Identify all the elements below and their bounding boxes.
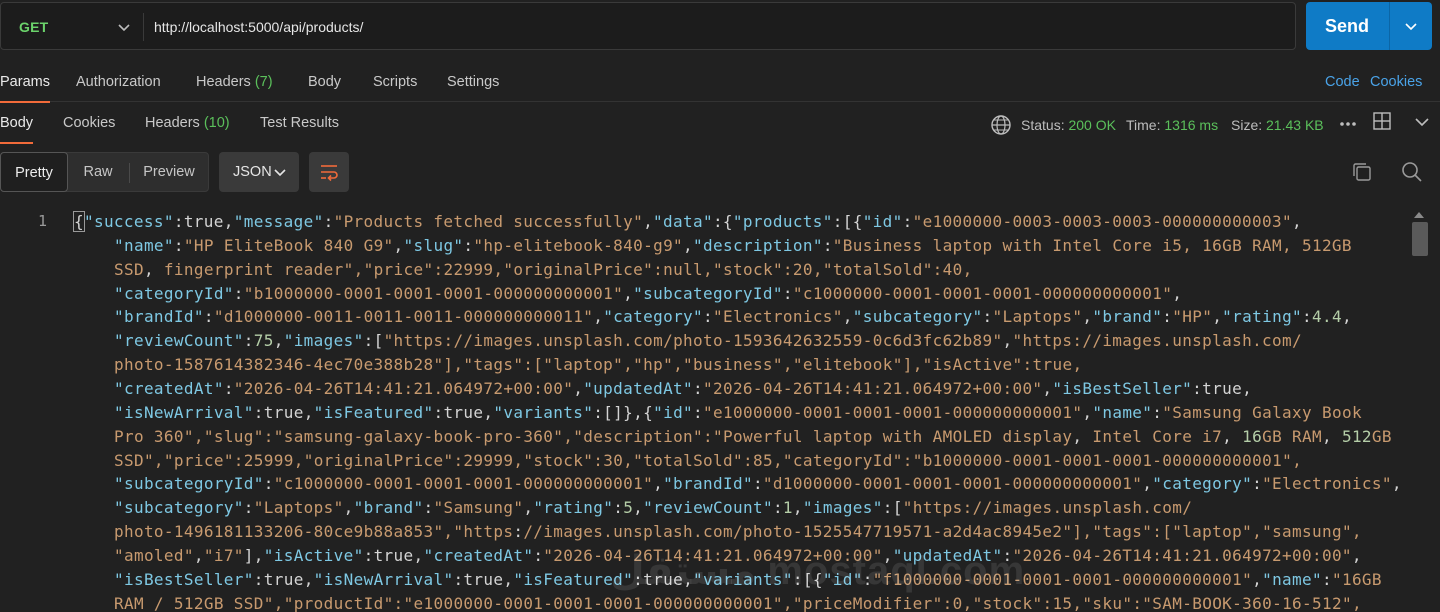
time-info: Time: 1316 ms — [1126, 103, 1218, 143]
tab-label: Headers — [196, 74, 251, 90]
code-line: "subcategoryId":"c1000000-0001-0001-0001… — [114, 474, 1402, 494]
code-line: "createdAt":"2026-04-26T14:41:21.064972+… — [114, 378, 1253, 398]
chevron-down-icon[interactable] — [1404, 19, 1418, 33]
tab-label: Cookies — [63, 115, 116, 131]
copy-icon[interactable] — [1350, 160, 1374, 184]
request-tabs: Params Authorization Headers (7) Body Sc… — [0, 62, 1440, 103]
tab-label: Settings — [447, 74, 500, 90]
tab-scripts[interactable]: Scripts — [373, 62, 417, 102]
tab-response-cookies[interactable]: Cookies — [63, 103, 115, 143]
tab-settings[interactable]: Settings — [447, 62, 499, 102]
size-label: Size: — [1231, 117, 1263, 133]
tab-label: Scripts — [373, 74, 418, 90]
tab-label: Authorization — [76, 74, 161, 90]
search-icon[interactable] — [1400, 160, 1424, 184]
size-value[interactable]: 21.43 KB — [1266, 117, 1324, 133]
status-info: Status: 200 OK — [1021, 103, 1116, 143]
tab-label: Body — [308, 74, 342, 90]
tab-authorization[interactable]: Authorization — [76, 62, 161, 102]
divider — [129, 163, 130, 183]
code-line: SSD","price":25999,"originalPrice":29999… — [114, 450, 1303, 470]
tab-label: Params — [0, 74, 50, 90]
method-select[interactable]: GET — [19, 3, 48, 51]
preview-button[interactable]: Preview — [131, 153, 207, 191]
size-info: Size: 21.43 KB — [1231, 103, 1324, 143]
tab-label: Body — [0, 115, 34, 131]
code-line: {"success":true,"message":"Products fetc… — [73, 211, 1302, 232]
status-label: Status: — [1021, 117, 1065, 133]
tab-headers[interactable]: Headers (7) — [196, 62, 273, 102]
code-line: "isNewArrival":true,"isFeatured":true,"v… — [114, 402, 1362, 422]
scrollbar[interactable] — [1410, 212, 1432, 612]
tab-label: Test Results — [260, 115, 339, 131]
code-line: "name":"HP EliteBook 840 G9","slug":"hp-… — [114, 235, 1352, 255]
cookies-link[interactable]: Cookies — [1370, 62, 1422, 102]
time-label: Time: — [1126, 117, 1161, 133]
view-mode-switcher: Pretty Raw Preview — [0, 152, 209, 192]
code-line: "subcategory":"Laptops","brand":"Samsung… — [114, 498, 1193, 518]
wrap-lines-button[interactable] — [309, 152, 349, 192]
code-line: photo-1587614382346-4ec70e388b28"],"tags… — [114, 355, 1083, 375]
format-label: JSON — [233, 164, 272, 180]
tab-response-body[interactable]: Body — [0, 103, 34, 144]
layout-toggle-icon[interactable] — [1371, 110, 1395, 134]
tab-response-headers[interactable]: Headers (10) — [145, 103, 230, 143]
globe-icon[interactable] — [990, 114, 1012, 136]
tab-test-results[interactable]: Test Results — [260, 103, 339, 143]
time-value[interactable]: 1316 ms — [1164, 117, 1218, 133]
response-tabs: Body Cookies Headers (10) Test Results — [0, 103, 1440, 144]
wrap-icon — [321, 165, 338, 182]
headers-count: (10) — [203, 115, 230, 131]
pretty-button[interactable]: Pretty — [0, 152, 68, 192]
send-button[interactable]: Send — [1306, 2, 1432, 50]
chevron-down-icon[interactable] — [117, 20, 131, 34]
tab-params[interactable]: Params — [0, 62, 50, 103]
scroll-thumb[interactable] — [1412, 222, 1428, 256]
send-label: Send — [1325, 16, 1370, 36]
code-line: SSD, fingerprint reader","price":22999,"… — [114, 259, 973, 279]
headers-count: (7) — [254, 74, 273, 90]
format-select[interactable]: JSON — [219, 152, 299, 192]
chevron-down-icon — [274, 169, 286, 177]
code-line: "reviewCount":75,"images":["https://imag… — [114, 331, 1302, 351]
code-line: photo-1496181133206-80ce9b88a853","https… — [114, 522, 1362, 542]
url-box: GET http://localhost:5000/api/products/ — [0, 2, 1296, 50]
url-input[interactable]: http://localhost:5000/api/products/ — [154, 3, 363, 51]
divider — [143, 13, 144, 41]
status-value[interactable]: 200 OK — [1068, 117, 1115, 133]
chevron-down-icon[interactable] — [1410, 110, 1434, 134]
tab-label: Headers — [145, 115, 200, 131]
tab-body[interactable]: Body — [308, 62, 341, 102]
send-divider — [1389, 2, 1390, 50]
code-line: RAM / 512GB SSD","productId":"e1000000-0… — [114, 593, 1362, 612]
more-options-icon[interactable] — [1336, 112, 1360, 136]
code-line: Pro 360","slug":"samsung-galaxy-book-pro… — [114, 426, 1392, 446]
scroll-up-arrow[interactable] — [1414, 212, 1424, 218]
code-line: "categoryId":"b1000000-0001-0001-0001-00… — [114, 283, 1183, 303]
watermark: مستقل mostaql.com — [610, 549, 1026, 593]
request-bar: GET http://localhost:5000/api/products/ … — [0, 0, 1440, 56]
code-link[interactable]: Code — [1325, 62, 1360, 102]
raw-button[interactable]: Raw — [69, 153, 127, 191]
code-line: "brandId":"d1000000-0011-0011-0011-00000… — [114, 307, 1352, 327]
line-number: 1 — [38, 212, 48, 230]
